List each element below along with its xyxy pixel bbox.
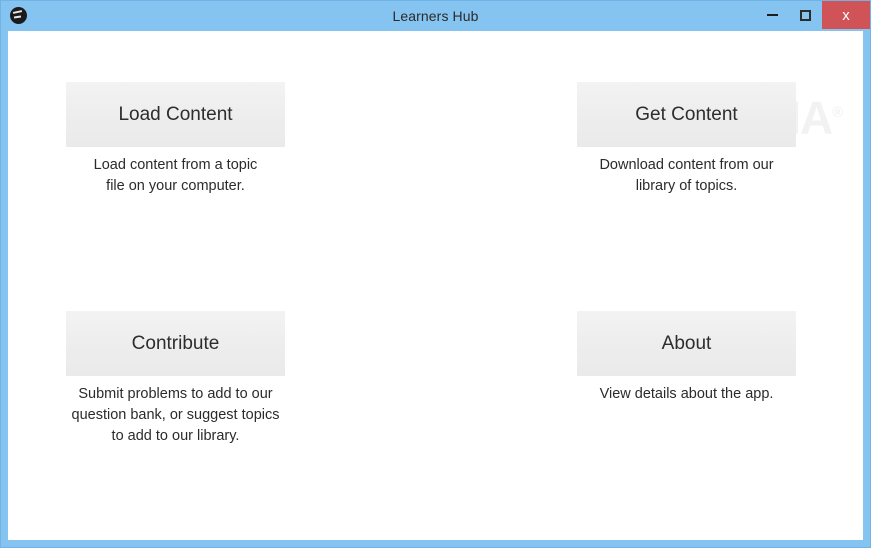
close-icon: x (842, 6, 850, 24)
about-button[interactable]: About (577, 311, 796, 376)
load-content-button[interactable]: Load Content (66, 82, 285, 147)
card-about: About View details about the app. (577, 311, 796, 405)
load-content-description: Load content from a topic file on your c… (93, 157, 258, 194)
watermark-registered-mark: ® (832, 104, 844, 121)
application-window: Learners Hub x SOFTPEDIA® Load Content L… (0, 0, 871, 548)
maximize-button[interactable] (789, 1, 822, 29)
get-content-button[interactable]: Get Content (577, 82, 796, 147)
contribute-description: Submit problems to add to our question b… (71, 386, 280, 444)
window-title: Learners Hub (392, 8, 479, 24)
title-bar[interactable]: Learners Hub x (1, 1, 870, 31)
card-load-content: Load Content Load content from a topic f… (66, 82, 285, 197)
minimize-icon (767, 14, 778, 16)
contribute-button[interactable]: Contribute (66, 311, 285, 376)
card-get-content: Get Content Download content from our li… (577, 82, 796, 197)
close-button[interactable]: x (822, 1, 870, 29)
minimize-button[interactable] (756, 1, 789, 29)
get-content-description: Download content from our library of top… (599, 157, 774, 194)
about-description: View details about the app. (599, 386, 774, 402)
window-controls: x (756, 1, 870, 29)
main-content: SOFTPEDIA® Load Content Load content fro… (8, 31, 863, 540)
maximize-icon (800, 9, 811, 21)
card-contribute: Contribute Submit problems to add to our… (66, 311, 285, 447)
